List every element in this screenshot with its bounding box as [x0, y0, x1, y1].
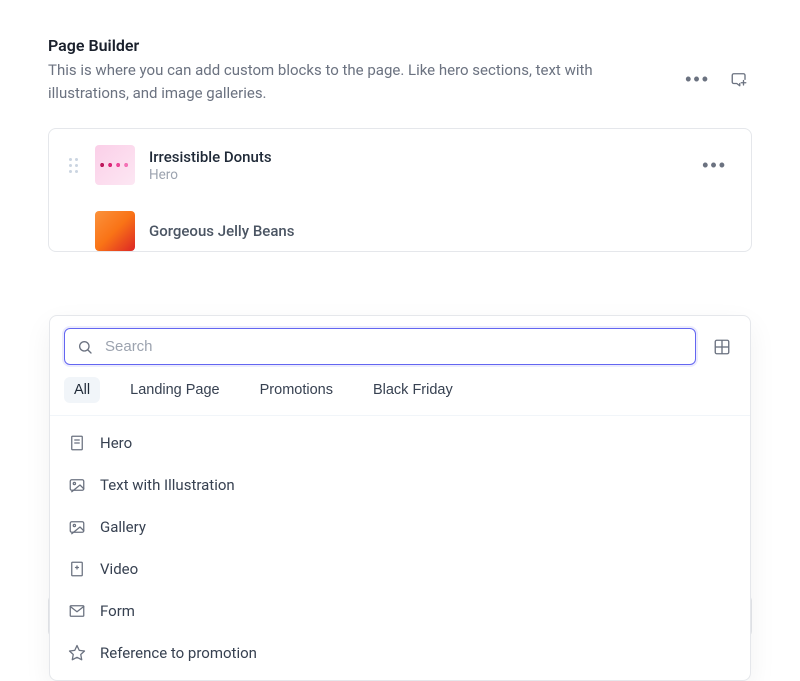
tab-landing-page[interactable]: Landing Page [120, 377, 230, 403]
option-gallery[interactable]: Gallery [50, 506, 750, 548]
option-label: Video [100, 560, 138, 578]
search-input[interactable] [103, 337, 683, 356]
option-label: Gallery [100, 518, 146, 536]
option-video[interactable]: Video [50, 548, 750, 590]
option-hero[interactable]: Hero [50, 422, 750, 464]
video-icon [68, 560, 86, 578]
image-icon [68, 476, 86, 494]
option-form[interactable]: Form [50, 590, 750, 632]
grid-icon [713, 338, 731, 356]
blocks-card: Irresistible Donuts Hero ••• Gorgeous Je… [48, 128, 752, 252]
document-icon [68, 434, 86, 452]
tab-promotions[interactable]: Promotions [250, 377, 343, 403]
tab-black-friday[interactable]: Black Friday [363, 377, 463, 403]
page-description: This is where you can add custom blocks … [48, 59, 648, 104]
option-text-with-illustration[interactable]: Text with Illustration [50, 464, 750, 506]
drag-handle-icon[interactable] [69, 158, 81, 173]
block-more-button[interactable]: ••• [698, 152, 731, 178]
view-toggle-button[interactable] [708, 333, 736, 361]
mail-icon [68, 602, 86, 620]
new-comment-button[interactable] [726, 66, 752, 92]
search-field[interactable] [64, 328, 696, 365]
block-row[interactable]: Irresistible Donuts Hero ••• [49, 129, 751, 201]
star-icon [68, 644, 86, 662]
more-actions-button[interactable]: ••• [681, 66, 714, 92]
page-title: Page Builder [48, 36, 681, 55]
tab-all[interactable]: All [64, 377, 100, 403]
image-icon [68, 518, 86, 536]
block-type-label: Hero [149, 167, 684, 183]
filter-tabs: All Landing Page Promotions Black Friday [50, 377, 750, 416]
block-title: Gorgeous Jelly Beans [149, 222, 731, 240]
option-label: Hero [100, 434, 132, 452]
block-title: Irresistible Donuts [149, 148, 684, 166]
dots-horizontal-icon: ••• [702, 156, 727, 174]
option-label: Form [100, 602, 135, 620]
dots-horizontal-icon: ••• [685, 70, 710, 88]
comment-plus-icon [730, 70, 748, 88]
block-thumbnail [95, 211, 135, 251]
option-reference-to-promotion[interactable]: Reference to promotion [50, 632, 750, 674]
block-row[interactable]: Gorgeous Jelly Beans [49, 201, 751, 251]
block-thumbnail [95, 145, 135, 185]
add-block-popover: All Landing Page Promotions Black Friday… [49, 315, 751, 681]
search-icon [77, 339, 93, 355]
option-label: Reference to promotion [100, 644, 257, 662]
option-label: Text with Illustration [100, 476, 235, 494]
block-type-list: Hero Text with Illustration [50, 416, 750, 680]
